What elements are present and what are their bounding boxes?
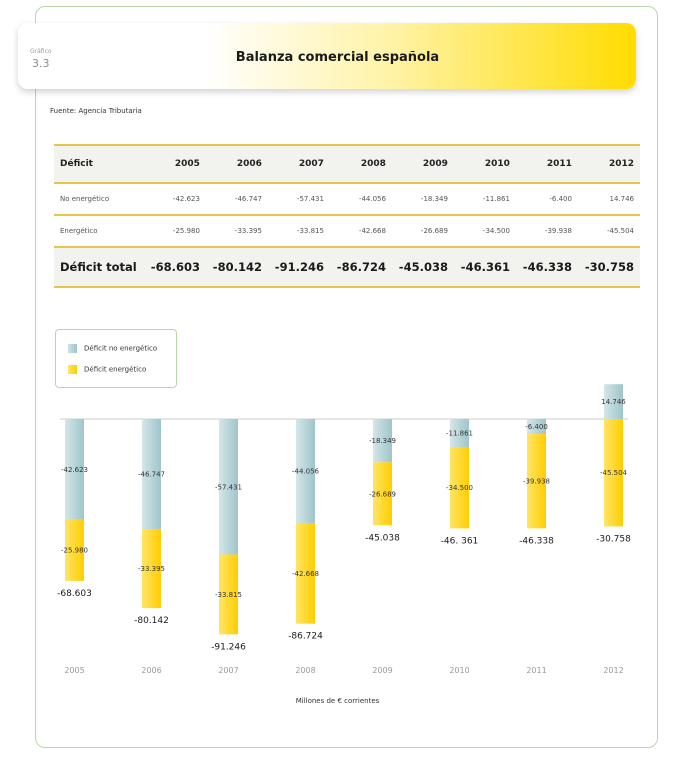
x-tick-label: 2009 bbox=[372, 666, 392, 675]
x-tick-label: 2007 bbox=[218, 666, 238, 675]
data-label-non-energy: -46.747 bbox=[138, 471, 165, 479]
x-tick-label: 2005 bbox=[64, 666, 84, 675]
data-label-energy: -33.815 bbox=[215, 591, 242, 599]
data-label-non-energy: -44.056 bbox=[292, 467, 320, 475]
total-label: -46. 361 bbox=[441, 536, 479, 546]
data-label-energy: -39.938 bbox=[523, 478, 550, 486]
data-label-energy: -26.689 bbox=[369, 490, 396, 498]
data-label-energy: -42.668 bbox=[292, 570, 319, 578]
x-tick-label: 2011 bbox=[526, 666, 546, 675]
bar-chart: -42.623 -25.980 -68.603 2005 -46.747 -33.395 -… bbox=[57, 384, 631, 675]
data-label-non-energy: 14.746 bbox=[601, 398, 626, 406]
data-label-non-energy: -18.349 bbox=[369, 437, 396, 445]
axis-caption: Millones de € corrientes bbox=[295, 697, 380, 705]
total-label: -30.758 bbox=[596, 534, 631, 544]
data-label-non-energy: -42.623 bbox=[61, 466, 88, 474]
total-label: -46.338 bbox=[519, 536, 554, 546]
data-label-non-energy: -57.431 bbox=[215, 483, 242, 491]
data-label-energy: -33.395 bbox=[138, 565, 165, 573]
data-label-non-energy: -11.861 bbox=[446, 429, 473, 437]
data-label-energy: -45.504 bbox=[600, 469, 628, 477]
total-label: -91.246 bbox=[211, 642, 246, 652]
data-label-energy: -34.500 bbox=[446, 484, 473, 492]
x-tick-label: 2008 bbox=[295, 666, 315, 675]
x-tick-label: 2012 bbox=[603, 666, 623, 675]
total-label: -80.142 bbox=[134, 616, 169, 626]
x-tick-label: 2010 bbox=[449, 666, 469, 675]
total-label: -86.724 bbox=[288, 632, 323, 642]
total-label: -45.038 bbox=[365, 533, 400, 543]
data-label-energy: -25.980 bbox=[61, 547, 88, 555]
total-label: -68.603 bbox=[57, 589, 92, 599]
x-tick-label: 2006 bbox=[141, 666, 161, 675]
data-label-non-energy: -6.400 bbox=[525, 423, 548, 431]
